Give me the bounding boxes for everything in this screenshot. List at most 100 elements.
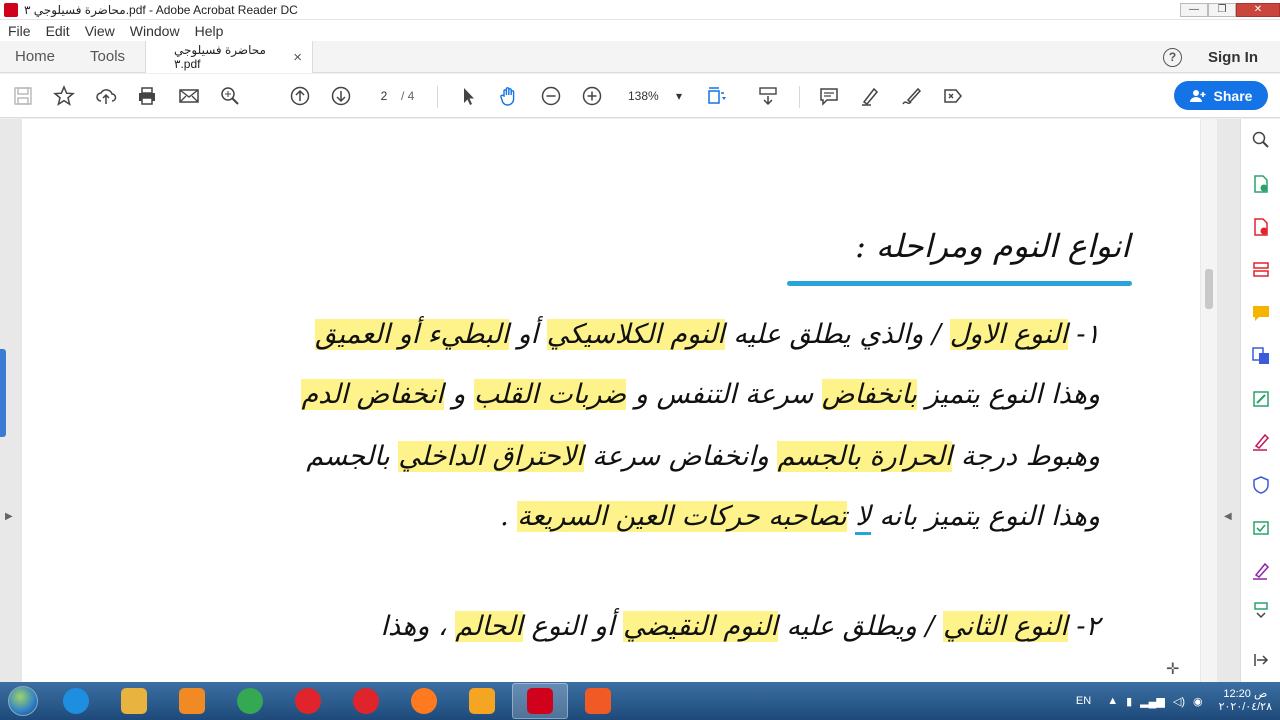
windows-taskbar: EN ▲ ▮ ▂▄▆ ◁) ◉ ص 12:20 ٢٠٢٠/٠٤/٢٨ [0, 682, 1280, 720]
language-indicator[interactable]: EN [1076, 695, 1091, 707]
email-icon[interactable] [177, 84, 201, 108]
minimize-button[interactable]: — [1180, 2, 1208, 17]
window-controls: — ❐ ✕ [1180, 0, 1280, 20]
save-icon[interactable] [11, 84, 35, 108]
highlighted-text: النوم الكلاسيكي [546, 319, 725, 350]
highlighted-text: النوع الاول [949, 319, 1068, 350]
document-viewport[interactable]: ▶ انواع النوم ومراحله : ١- النوع الاول /… [0, 119, 1240, 682]
signal-icon[interactable]: ▂▄▆ [1140, 695, 1165, 708]
previous-page-icon[interactable] [288, 84, 312, 108]
send-review-icon[interactable] [1250, 517, 1272, 539]
scrollbar-thumb[interactable] [1205, 269, 1213, 309]
taskbar-acrobat-button[interactable] [512, 683, 568, 719]
highlighted-text: الحرارة بالجسم [777, 441, 953, 472]
zoom-out-icon[interactable] [539, 84, 563, 108]
next-page-icon[interactable] [329, 84, 353, 108]
menu-view[interactable]: View [85, 23, 115, 39]
organize-pages-icon[interactable] [1250, 259, 1272, 281]
tab-tools[interactable]: Tools [90, 48, 125, 65]
expand-right-panel-icon[interactable]: ◀ [1224, 511, 1232, 522]
taskbar-vlc-button[interactable] [454, 683, 510, 719]
help-icon[interactable]: ? [1163, 47, 1182, 67]
taskbar-firefox-button[interactable] [396, 683, 452, 719]
text-run: و [443, 379, 474, 410]
taskbar-media-button[interactable] [164, 683, 220, 719]
text-line-1: ١- النوع الاول / والذي يطلق عليه النوم ا… [80, 319, 1100, 350]
sign-pen-icon[interactable] [900, 84, 924, 108]
menu-file[interactable]: File [8, 23, 31, 39]
window-title: محاضرة فسيلوجي ٣.pdf - Adobe Acrobat Rea… [24, 2, 298, 17]
restore-button[interactable]: ❐ [1208, 2, 1236, 17]
taskbar-camtasia-button[interactable] [570, 683, 626, 719]
sign-in-link[interactable]: Sign In [1208, 49, 1258, 66]
vertical-scrollbar[interactable] [1201, 119, 1217, 682]
print-icon[interactable] [135, 84, 159, 108]
opera2-icon [353, 688, 379, 714]
highlighted-text: ضربات القلب [473, 379, 627, 410]
fill-sign-icon[interactable] [1250, 431, 1272, 453]
taskbar-opera2-button[interactable] [338, 683, 394, 719]
highlighted-text: تصاحبه حركات العين السريعة [517, 501, 847, 532]
media-icon [179, 688, 205, 714]
close-tab-icon[interactable]: × [293, 49, 302, 66]
left-panel-handle[interactable] [0, 349, 6, 437]
chrome-icon [237, 688, 263, 714]
search-tool-icon[interactable] [1250, 129, 1272, 151]
tab-home[interactable]: Home [15, 48, 55, 65]
clock[interactable]: ص 12:20 ٢٠٢٠/٠٤/٢٨ [1219, 688, 1272, 714]
show-hidden-icons-icon[interactable]: ▲ [1107, 695, 1118, 708]
battery-icon[interactable]: ▮ [1126, 695, 1132, 708]
sign-tool-icon[interactable] [1250, 560, 1272, 582]
tag-tool-icon[interactable] [941, 84, 965, 108]
toolbar-divider [799, 86, 800, 108]
protect-shield-icon[interactable] [1250, 474, 1272, 496]
clock-date: ٢٠٢٠/٠٤/٢٨ [1218, 701, 1272, 713]
upload-cloud-icon[interactable] [94, 84, 118, 108]
comment-tool-icon[interactable] [1250, 302, 1272, 324]
tray-icons: ▲ ▮ ▂▄▆ ◁) ◉ [1107, 695, 1202, 708]
zoom-value: 138% [628, 89, 659, 103]
menu-edit[interactable]: Edit [46, 23, 70, 39]
taskbar-ie-button[interactable] [48, 683, 104, 719]
network-icon[interactable]: ◉ [1193, 695, 1203, 708]
page-total: / 4 [401, 89, 415, 103]
export-pdf-icon[interactable] [1250, 173, 1272, 195]
menu-help[interactable]: Help [195, 23, 224, 39]
chevron-down-icon: ▾ [675, 89, 682, 103]
text-run: / والذي يطلق عليه [724, 319, 950, 350]
text-run: ، وهذا [380, 611, 456, 642]
right-tools-panel [1240, 119, 1280, 682]
close-window-button[interactable]: ✕ [1236, 2, 1280, 17]
taskbar-explorer-button[interactable] [106, 683, 162, 719]
start-button[interactable] [0, 682, 46, 720]
menu-window[interactable]: Window [130, 23, 180, 39]
taskbar-opera-button[interactable] [280, 683, 336, 719]
select-cursor-icon[interactable] [456, 84, 480, 108]
share-label: Share [1213, 87, 1253, 104]
collapse-panel-icon[interactable] [1250, 649, 1272, 671]
title-bar: محاضرة فسيلوجي ٣.pdf - Adobe Acrobat Rea… [0, 0, 1280, 20]
bookmark-star-icon[interactable] [52, 84, 76, 108]
tab-document[interactable]: محاضرة فسيلوجي ٣.pdf × [145, 41, 313, 73]
page-number-input[interactable]: 2 [374, 86, 394, 106]
hand-tool-icon[interactable] [497, 84, 521, 108]
zoom-dropdown[interactable]: 138% ▾ [620, 86, 682, 106]
expand-left-panel-icon[interactable]: ▶ [5, 511, 13, 522]
volume-icon[interactable]: ◁) [1173, 695, 1185, 708]
edit-pdf-icon[interactable] [1250, 388, 1272, 410]
zoom-in-icon[interactable] [580, 84, 604, 108]
share-button[interactable]: Share [1174, 81, 1268, 110]
taskbar-chrome-button[interactable] [222, 683, 278, 719]
create-pdf-icon[interactable] [1250, 216, 1272, 238]
text-run: أو النوع [522, 611, 624, 642]
combine-files-icon[interactable] [1250, 345, 1272, 367]
highlight-pen-icon[interactable] [858, 84, 882, 108]
more-tools-icon[interactable] [1250, 599, 1272, 621]
search-icon[interactable] [218, 84, 242, 108]
fit-page-icon[interactable] [704, 84, 728, 108]
comment-icon[interactable] [817, 84, 841, 108]
crosshair-cursor-icon: ✛ [1166, 661, 1180, 678]
scroll-mode-icon[interactable] [756, 84, 780, 108]
heading-underline [787, 281, 1132, 286]
pdf-page: انواع النوم ومراحله : ١- النوع الاول / و… [22, 119, 1200, 682]
